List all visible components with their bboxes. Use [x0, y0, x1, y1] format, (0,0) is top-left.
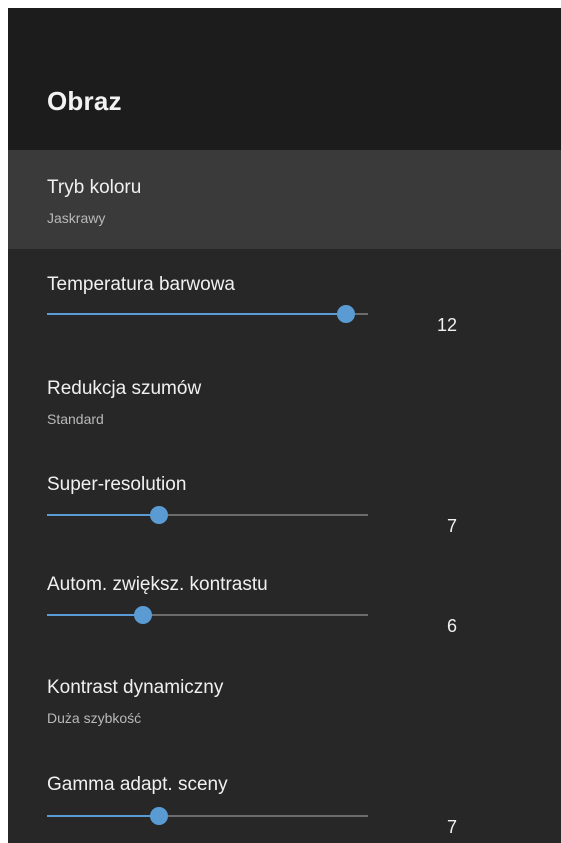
setting-dynamic-contrast[interactable]: Kontrast dynamiczny Duża szybkość — [8, 649, 561, 749]
slider-track[interactable] — [47, 807, 368, 825]
setting-value: Standard — [47, 411, 104, 427]
setting-noise-reduction[interactable]: Redukcja szumów Standard — [8, 349, 561, 449]
setting-label: Temperatura barwowa — [47, 274, 235, 295]
slider-value: 7 — [446, 817, 457, 837]
setting-label: Gamma adapt. sceny — [47, 774, 228, 795]
setting-color-mode[interactable]: Tryb koloru Jaskrawy — [8, 150, 561, 249]
slider-fill — [47, 313, 346, 315]
page-header: Obraz — [8, 8, 561, 150]
slider-track[interactable] — [47, 305, 368, 323]
setting-label: Tryb koloru — [47, 177, 142, 198]
setting-label: Autom. zwiększ. kontrastu — [47, 574, 268, 595]
slider-thumb[interactable] — [150, 807, 169, 825]
slider-value: 12 — [436, 315, 457, 335]
slider-fill — [47, 614, 144, 616]
setting-label: Redukcja szumów — [47, 378, 202, 399]
slider-value: 6 — [446, 616, 457, 636]
slider-fill — [47, 815, 160, 817]
slider-thumb[interactable] — [150, 506, 169, 524]
slider-thumb[interactable] — [134, 606, 153, 624]
setting-super-resolution[interactable]: Super-resolution 7 — [8, 449, 561, 549]
slider-value: 7 — [446, 516, 457, 536]
slider-thumb[interactable] — [336, 305, 355, 323]
slider-track[interactable] — [47, 506, 368, 524]
setting-gamma-adapt[interactable]: Gamma adapt. sceny 7 — [8, 749, 561, 843]
setting-value: Jaskrawy — [47, 210, 106, 226]
setting-auto-contrast[interactable]: Autom. zwiększ. kontrastu 6 — [8, 549, 561, 649]
slider-fill — [47, 514, 160, 516]
setting-color-temperature[interactable]: Temperatura barwowa 12 — [8, 249, 561, 349]
setting-value: Duża szybkość — [47, 710, 142, 726]
settings-panel: Obraz Tryb koloru Jaskrawy Temperatura b… — [8, 8, 561, 843]
page-title: Obraz — [47, 86, 122, 116]
setting-label: Super-resolution — [47, 474, 187, 495]
slider-track[interactable] — [47, 606, 368, 624]
setting-label: Kontrast dynamiczny — [47, 677, 224, 698]
